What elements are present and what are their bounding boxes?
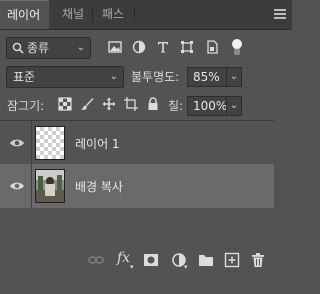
fx-icon[interactable]: fx [117,250,130,266]
layer-name: 배경 복사 [75,180,123,194]
filter-toggle-icon[interactable] [231,38,243,56]
tab-divider [92,8,93,22]
tab-divider [134,8,135,22]
shape-filter-icon[interactable] [180,40,194,54]
tab-channels[interactable]: 채널 [55,0,91,29]
tab-paths-label: 패스 [102,7,125,21]
lock-paint-icon[interactable] [80,97,94,111]
add-mask-icon[interactable] [143,252,159,268]
opacity-label: 불투명도: [131,70,180,84]
chevron-down-icon: ⌄ [76,42,85,53]
fill-label: 칠: [168,99,184,113]
smart-object-filter-icon[interactable] [205,40,219,54]
new-group-icon[interactable] [198,252,214,268]
fill-input[interactable]: 100% [187,96,227,116]
visibility-divider [31,121,32,165]
link-layers-icon[interactable] [88,252,104,268]
filter-kind-label: 종류 [27,41,50,55]
panel-menu-icon[interactable] [274,8,286,20]
lock-all-icon[interactable] [146,97,160,111]
type-filter-icon[interactable] [156,40,170,54]
layer-thumbnail-photo [35,169,65,203]
lock-transparent-icon[interactable] [58,97,72,111]
adjustment-filter-icon[interactable] [132,40,146,54]
filter-kind-select[interactable]: 종류 ⌄ [6,37,91,59]
tab-layers-label: 레이어 [7,8,41,22]
chevron-down-icon: ⌄ [229,100,239,111]
lock-artboard-icon[interactable] [124,97,138,111]
lock-label: 잠그기: [7,99,45,113]
caret-down-icon: ▾ [130,263,134,271]
opacity-dropdown[interactable]: ⌄ [226,67,242,87]
opacity-value: 85% [193,70,220,84]
tab-channels-label: 채널 [62,7,85,21]
chevron-down-icon: ⌄ [109,71,118,82]
tab-paths[interactable]: 패스 [95,0,131,29]
chevron-down-icon: ⌄ [229,71,239,82]
eye-icon[interactable] [9,179,25,193]
delete-layer-icon[interactable] [250,252,266,268]
layer-row[interactable]: 레이어 1 [0,121,274,165]
image-filter-icon[interactable] [108,40,122,54]
blend-mode-value: 표준 [13,70,36,84]
caret-down-icon: ▾ [184,263,188,271]
opacity-input[interactable]: 85% [187,67,227,87]
eye-icon[interactable] [9,136,25,150]
fill-dropdown[interactable]: ⌄ [226,96,242,116]
bottom-toolbar: fx ▾ ▾ [0,242,292,294]
tab-bar: 레이어 채널 패스 [0,0,292,30]
visibility-divider [31,164,32,208]
layer-thumbnail [35,126,65,160]
layers-panel: 레이어 채널 패스 종류 ⌄ 표준 ⌄ 불투명도: 85% ⌄ 잠그기: 칠: … [0,0,292,294]
new-layer-icon[interactable] [224,252,240,268]
fill-value: 100% [193,99,228,113]
lock-move-icon[interactable] [102,97,116,111]
layer-name: 레이어 1 [75,137,120,151]
scrollbar[interactable] [274,120,292,244]
layer-row[interactable]: 배경 복사 [0,164,274,208]
blend-mode-select[interactable]: 표준 ⌄ [6,66,124,88]
tab-layers[interactable]: 레이어 [0,0,49,29]
search-icon [12,38,24,64]
